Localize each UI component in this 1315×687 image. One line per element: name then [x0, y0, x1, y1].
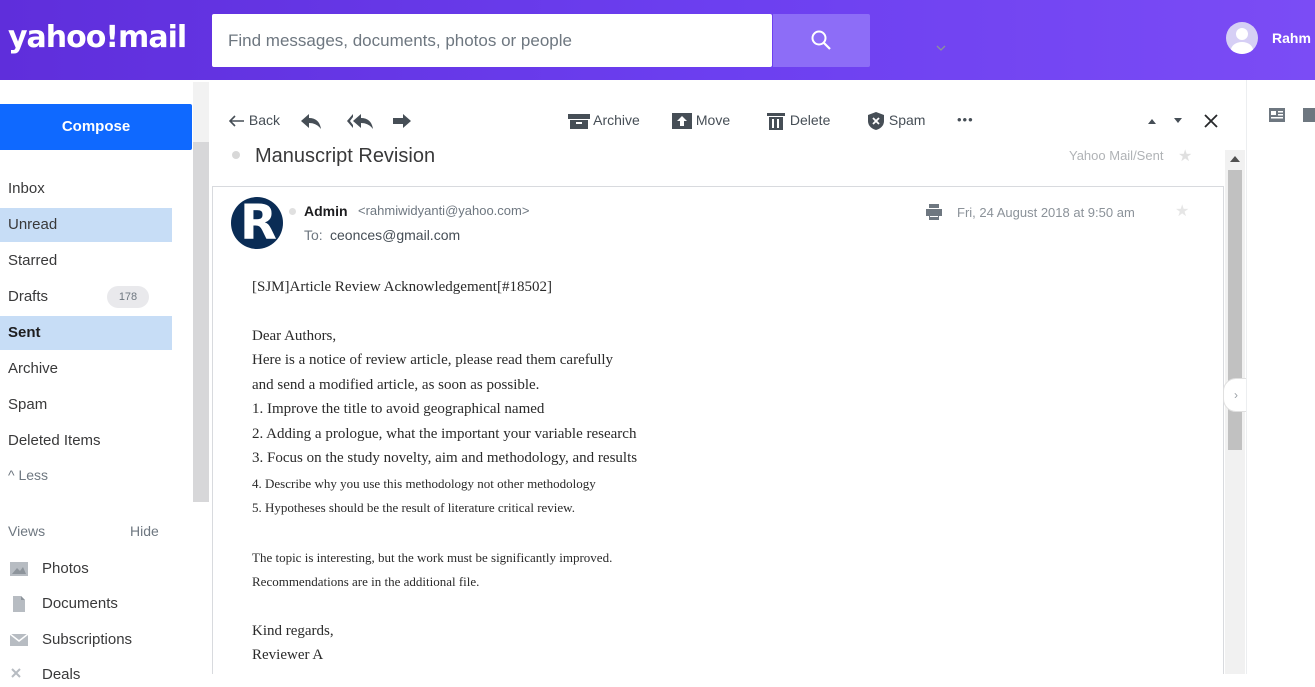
- username[interactable]: Rahm: [1272, 30, 1311, 46]
- compose-button[interactable]: Compose: [0, 104, 192, 150]
- view-item-label: Documents: [42, 595, 118, 612]
- contacts-icon[interactable]: [1269, 108, 1285, 122]
- sidebar-item-deleted[interactable]: Deleted Items: [0, 424, 172, 458]
- avatar[interactable]: [1226, 22, 1258, 54]
- search-button[interactable]: [773, 14, 870, 67]
- drafts-count-badge: 178: [107, 286, 149, 308]
- right-rail: [1246, 80, 1315, 674]
- back-label: Back: [248, 112, 281, 128]
- body-line: 5. Hypotheses should be the result of li…: [252, 500, 575, 515]
- calendar-icon[interactable]: [1303, 108, 1315, 122]
- sidebar-scrollbar-top[interactable]: [193, 82, 209, 142]
- less-toggle[interactable]: ^ Less: [8, 467, 48, 483]
- recipient-label: To:: [304, 227, 323, 243]
- reply-button[interactable]: [300, 108, 322, 132]
- scroll-up-arrow-icon[interactable]: [1230, 156, 1240, 162]
- avatar-head: [1236, 28, 1248, 40]
- body-line: Reviewer A: [252, 647, 324, 663]
- caret-up-icon: [1148, 119, 1156, 125]
- body-line: Here is a notice of review article, plea…: [252, 352, 614, 368]
- body-line: 1. Improve the title to avoid geographic…: [252, 401, 545, 417]
- printer-icon[interactable]: [926, 204, 942, 220]
- body-line: Dear Authors,: [252, 328, 337, 344]
- archive-label: Archive: [593, 112, 640, 128]
- view-item-subscriptions[interactable]: Subscriptions: [10, 628, 190, 652]
- move-icon: [672, 113, 692, 130]
- sidebar-item-sent[interactable]: Sent: [0, 316, 172, 350]
- previous-message-button[interactable]: [1146, 108, 1158, 132]
- reply-all-button[interactable]: [346, 108, 374, 132]
- body-line: 4. Describe why you use this methodology…: [252, 476, 596, 491]
- app-header: yahoo!mail Rahm: [0, 0, 1315, 80]
- star-icon[interactable]: ★: [1178, 146, 1192, 166]
- search-bar: [212, 14, 946, 67]
- shield-icon: [868, 112, 884, 131]
- star-icon[interactable]: ★: [1175, 201, 1189, 221]
- sidebar-item-label: Drafts: [8, 288, 49, 305]
- view-item-label: Subscriptions: [42, 631, 133, 648]
- forward-button[interactable]: [392, 108, 412, 132]
- sender-avatar: R: [231, 197, 283, 249]
- body-line: 2. Adding a prologue, what the important…: [252, 426, 637, 442]
- spam-button[interactable]: Spam: [867, 108, 925, 132]
- view-item-documents[interactable]: Documents: [10, 592, 190, 616]
- close-icon: [1204, 114, 1218, 128]
- spam-label: Spam: [888, 112, 926, 128]
- sidebar-item-spam[interactable]: Spam: [0, 388, 172, 422]
- caret-down-icon: [1174, 118, 1182, 124]
- body-line: 3. Focus on the study novelty, aim and m…: [252, 450, 638, 466]
- body-line: Recommendations are in the additional fi…: [252, 574, 480, 589]
- close-button[interactable]: [1203, 108, 1219, 132]
- views-heading: Views: [8, 523, 46, 539]
- message-folder-tag[interactable]: Yahoo Mail/Sent: [1069, 148, 1163, 163]
- forward-icon: [393, 114, 411, 129]
- body-line: [SJM]Article Review Acknowledgement[#185…: [252, 279, 552, 295]
- sender-status-dot: [289, 208, 296, 215]
- sidebar-item-archive[interactable]: Archive: [0, 352, 172, 386]
- move-label: Move: [695, 112, 731, 128]
- chevron-down-icon[interactable]: [936, 43, 946, 53]
- sender-email[interactable]: <rahmiwidyanti@yahoo.com>: [358, 203, 529, 218]
- documents-icon: [13, 596, 25, 612]
- sidebar-scrollbar-track[interactable]: [193, 82, 209, 502]
- delete-label: Delete: [789, 112, 831, 128]
- archive-icon: [568, 114, 590, 130]
- view-item-label: Deals: [42, 666, 81, 683]
- sidebar: Compose Inbox Unread Starred Drafts 178 …: [0, 80, 210, 683]
- avatar-body: [1231, 42, 1253, 54]
- sender-avatar-letter: R: [240, 195, 277, 251]
- sidebar-item-inbox[interactable]: Inbox: [0, 172, 172, 206]
- yahoo-mail-logo[interactable]: yahoo!mail: [8, 20, 187, 55]
- view-item-label: Photos: [42, 560, 89, 577]
- reply-all-icon: [347, 114, 373, 130]
- body-line: and send a modified article, as soon as …: [252, 377, 540, 393]
- view-item-photos[interactable]: Photos: [10, 557, 190, 581]
- body-line: The topic is interesting, but the work m…: [252, 550, 613, 565]
- next-message-button[interactable]: [1172, 108, 1184, 132]
- views-hide-link[interactable]: Hide: [130, 523, 159, 539]
- recipient-email[interactable]: ceonces@gmail.com: [330, 227, 460, 243]
- search-input[interactable]: [228, 29, 708, 53]
- message-subject: Manuscript Revision: [255, 145, 436, 167]
- subject-unread-dot: [232, 151, 240, 159]
- sidebar-item-drafts[interactable]: Drafts 178: [0, 280, 172, 314]
- move-button[interactable]: Move: [672, 108, 730, 132]
- back-button[interactable]: Back: [228, 108, 281, 132]
- photos-icon: [10, 562, 28, 576]
- sidebar-item-starred[interactable]: Starred: [0, 244, 172, 278]
- more-actions-button[interactable]: •••: [957, 108, 974, 132]
- body-line: Kind regards,: [252, 623, 334, 639]
- sender-name[interactable]: Admin: [304, 203, 348, 219]
- reply-icon: [301, 114, 321, 130]
- subscriptions-icon: [10, 633, 28, 646]
- view-item-deals[interactable]: Deals: [10, 663, 190, 687]
- deals-icon: [11, 668, 21, 678]
- trash-icon: [767, 113, 785, 131]
- sidebar-item-unread[interactable]: Unread: [0, 208, 172, 242]
- arrow-left-icon: [228, 115, 244, 127]
- search-icon: [811, 30, 831, 50]
- delete-button[interactable]: Delete: [766, 108, 830, 132]
- message-date: Fri, 24 August 2018 at 9:50 am: [957, 205, 1135, 220]
- archive-button[interactable]: Archive: [568, 108, 640, 132]
